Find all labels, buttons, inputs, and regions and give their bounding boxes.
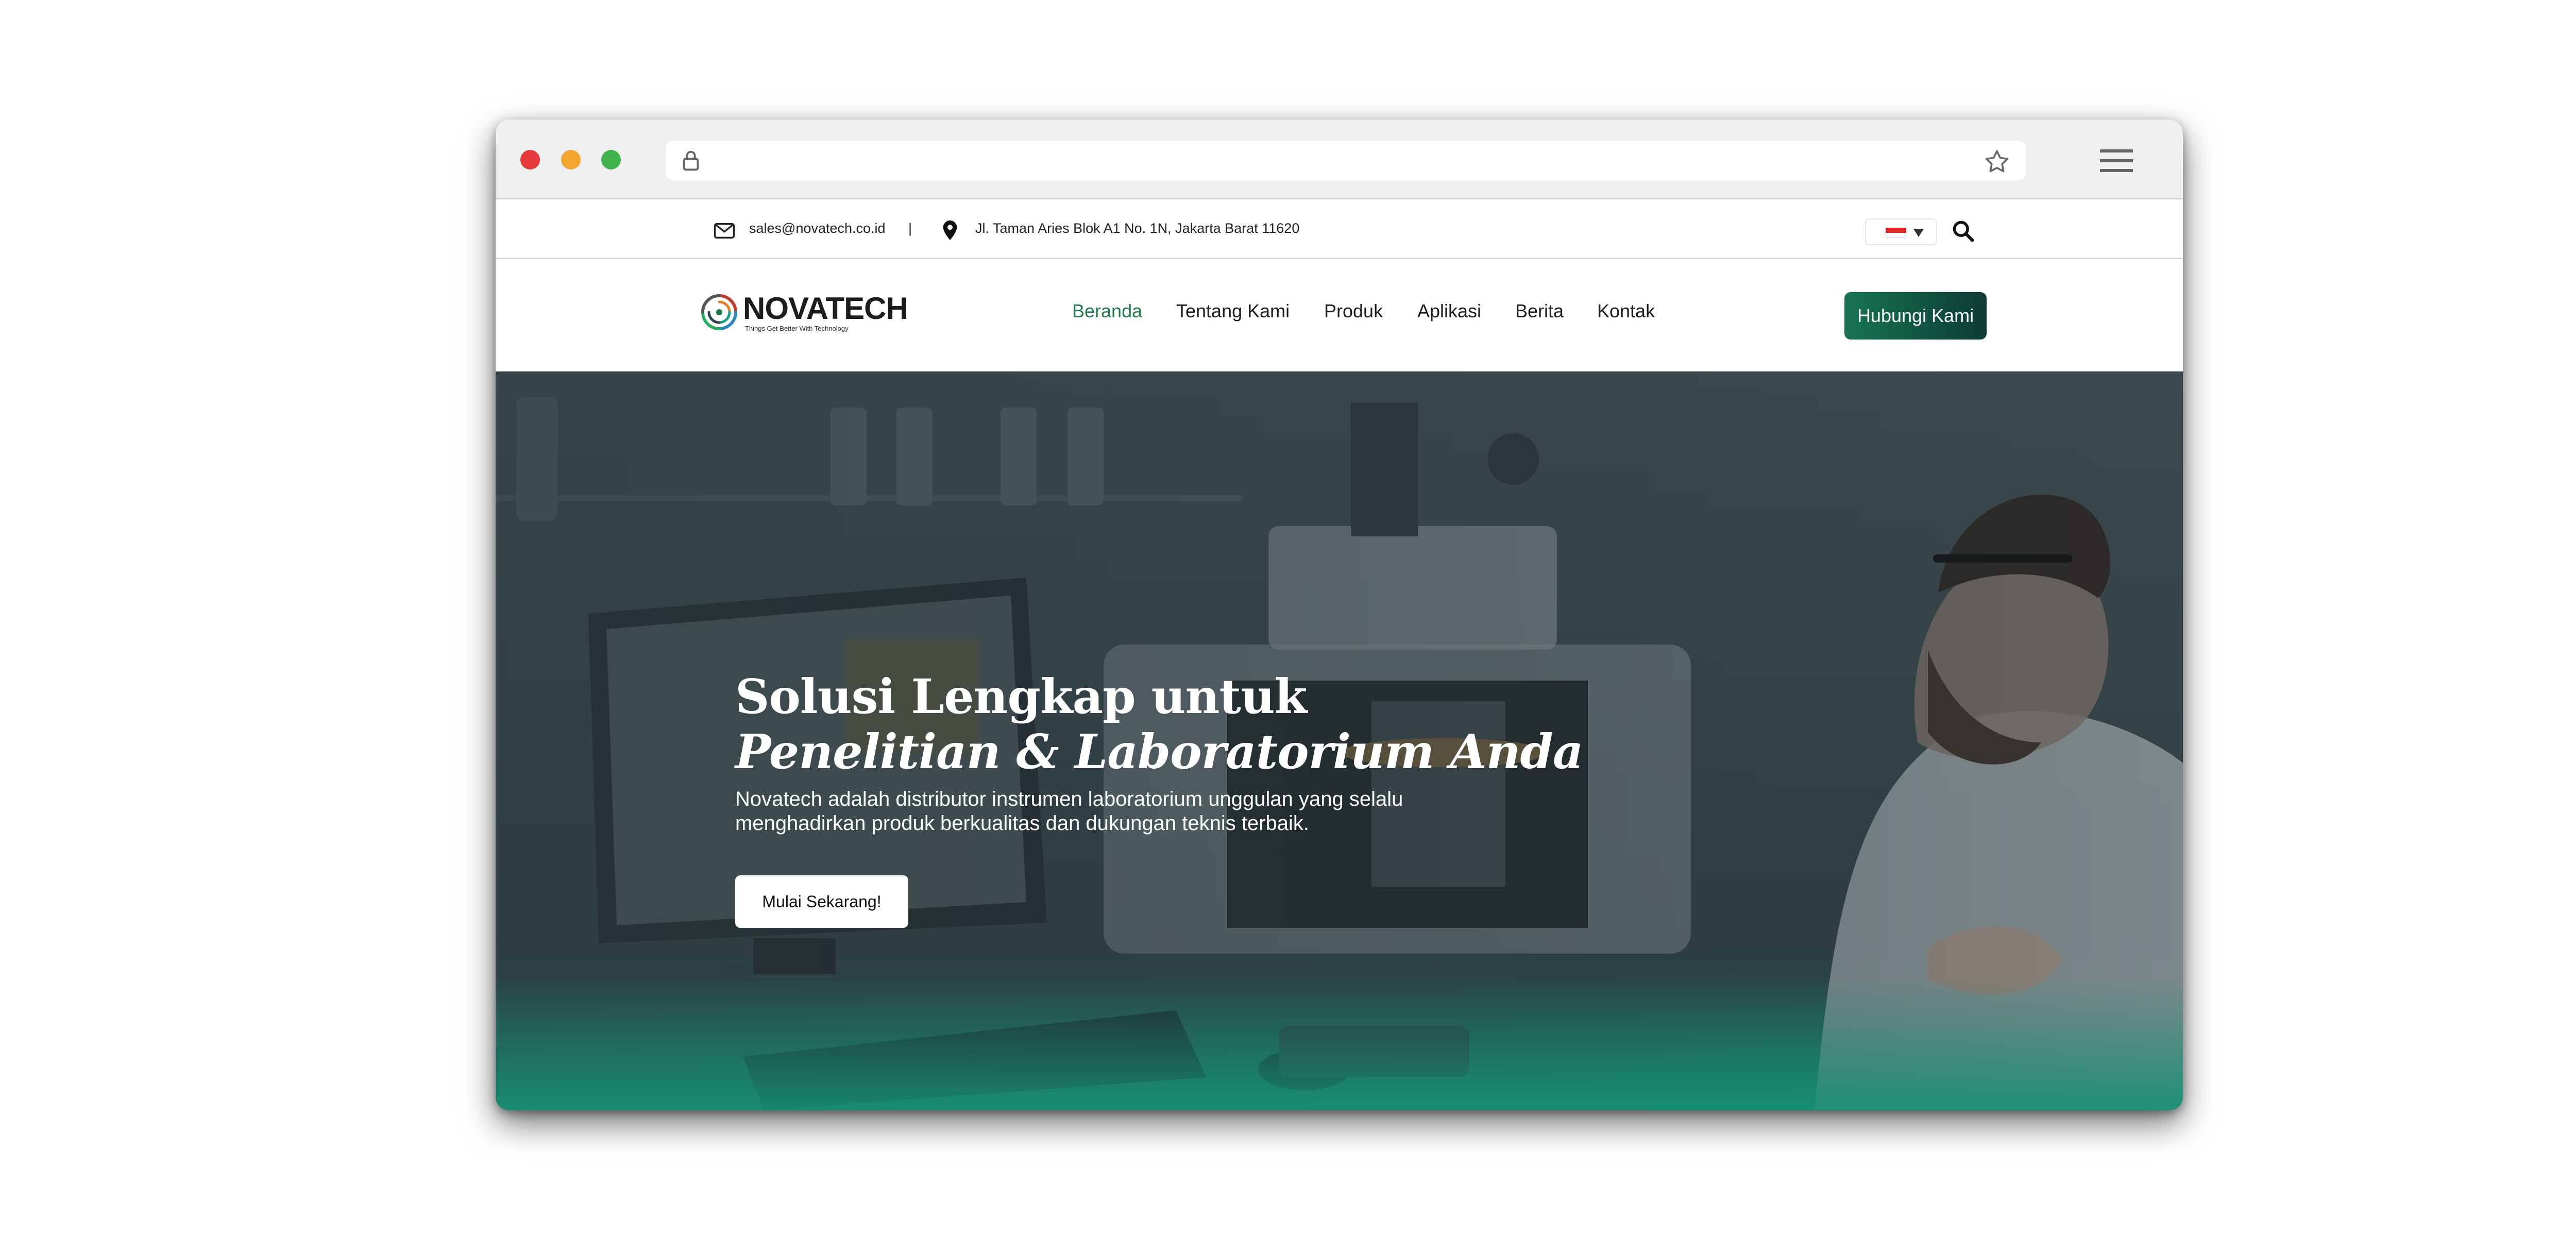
nav-tentang-kami[interactable]: Tentang Kami [1176, 300, 1290, 322]
lock-icon [683, 150, 699, 171]
browser-toolbar [496, 120, 2183, 199]
main-navbar: NOVATECH Things Get Better With Technolo… [496, 259, 2183, 371]
address-bar[interactable] [666, 141, 2026, 180]
nav-beranda[interactable]: Beranda [1072, 300, 1142, 322]
contact-us-button[interactable]: Hubungi Kami [1844, 292, 1987, 340]
logo-swirl-icon [701, 294, 737, 330]
nav-produk[interactable]: Produk [1324, 300, 1383, 322]
minimize-window-button[interactable] [561, 150, 581, 170]
hero-section: Solusi Lengkap untuk Penelitian & Labora… [496, 371, 2183, 1110]
chevron-down-icon [1913, 229, 1924, 237]
star-icon[interactable] [1982, 148, 2011, 176]
novatech-logo[interactable]: NOVATECH Things Get Better With Technolo… [699, 290, 908, 341]
nav-kontak[interactable]: Kontak [1597, 300, 1655, 322]
logo-wordmark: NOVATECH [743, 291, 908, 326]
hero-title-line2: Penelitian & Laboratorium Anda [735, 724, 1583, 780]
contact-info-bar: sales@novatech.co.id | Jl. Taman Aries B… [496, 201, 2183, 259]
hero-description-line1: Novatech adalah distributor instrumen la… [735, 788, 1403, 810]
hamburger-menu-icon[interactable] [2100, 148, 2133, 173]
close-window-button[interactable] [520, 150, 540, 170]
language-selector[interactable] [1865, 218, 1937, 245]
logo-tagline: Things Get Better With Technology [745, 325, 849, 332]
hero-description-line2: menghadirkan produk berkualitas dan duku… [735, 812, 1310, 835]
info-separator: | [908, 221, 912, 236]
nav-aplikasi[interactable]: Aplikasi [1417, 300, 1481, 322]
nav-berita[interactable]: Berita [1515, 300, 1564, 322]
hero-title-line1: Solusi Lengkap untuk [735, 669, 1307, 724]
maximize-window-button[interactable] [601, 150, 621, 170]
location-pin-icon [943, 220, 957, 241]
browser-window: sales@novatech.co.id | Jl. Taman Aries B… [496, 120, 2183, 1110]
contact-address: Jl. Taman Aries Blok A1 No. 1N, Jakarta … [975, 221, 1300, 236]
get-started-button[interactable]: Mulai Sekarang! [735, 875, 908, 928]
contact-email[interactable]: sales@novatech.co.id [749, 221, 886, 236]
mail-icon [714, 223, 735, 239]
search-icon[interactable] [1952, 219, 1974, 242]
indonesia-flag-icon [1886, 228, 1906, 238]
